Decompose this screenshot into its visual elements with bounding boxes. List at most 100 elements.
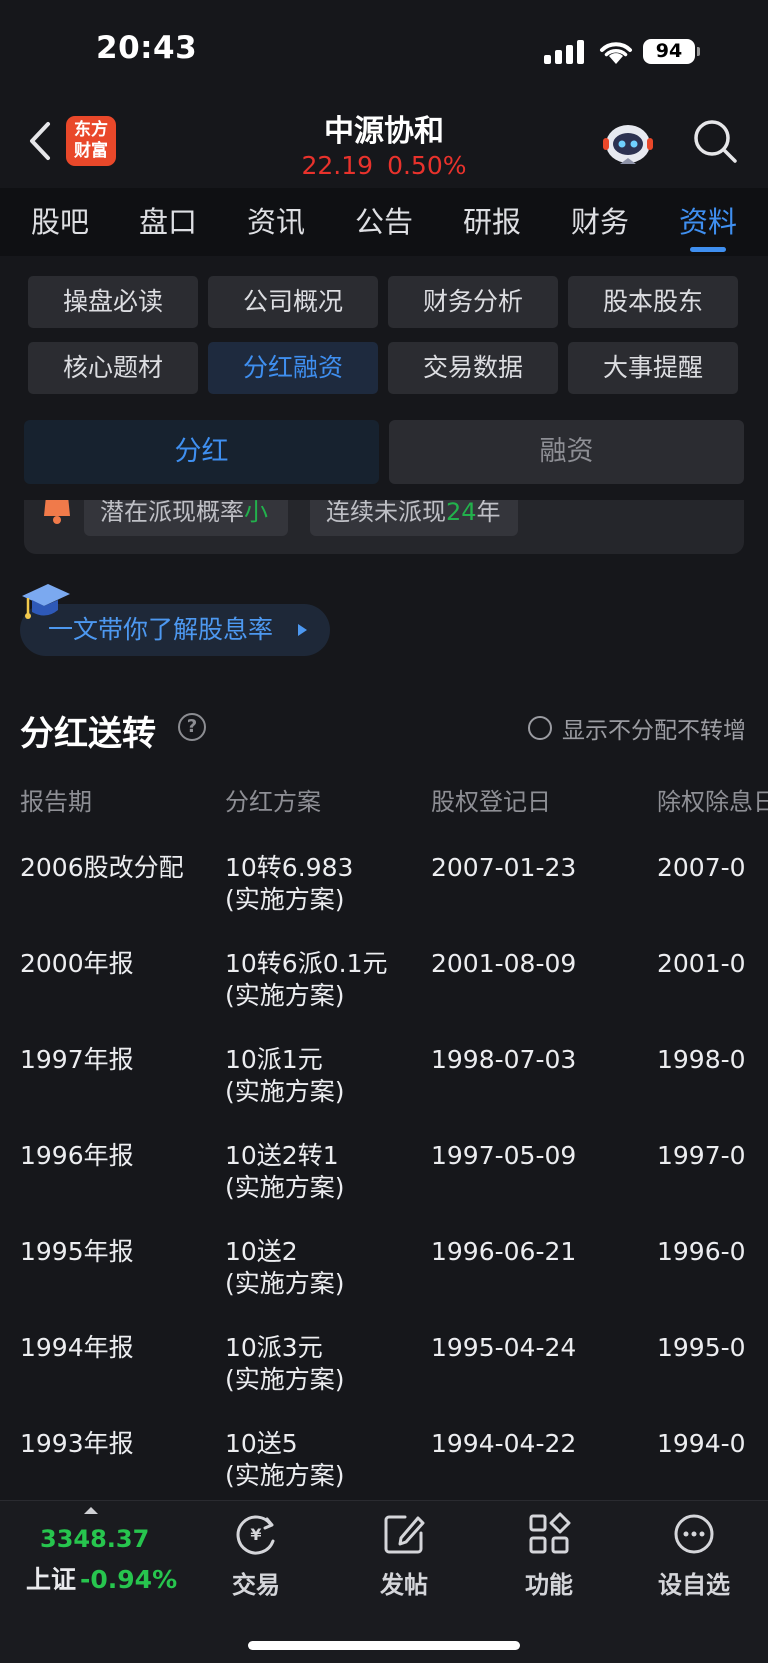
tab-finance[interactable]: 财务 bbox=[552, 188, 648, 256]
row-period: 1993年报 bbox=[20, 1429, 134, 1458]
chip-core-themes[interactable]: 核心题材 bbox=[28, 342, 198, 394]
dividend-financing-toggle: 分红 融资 bbox=[24, 420, 744, 484]
index-value[interactable]: 3348.37 bbox=[40, 1525, 149, 1553]
tab-pankou[interactable]: 盘口 bbox=[120, 188, 216, 256]
index-change: -0.94% bbox=[80, 1565, 178, 1594]
row-plan: 10送5 (实施方案) bbox=[225, 1429, 345, 1490]
index-name: 上证 bbox=[26, 1565, 77, 1594]
row-ex-date: 1996-0 bbox=[657, 1237, 746, 1266]
chip-dividends-financing[interactable]: 分红融资 bbox=[208, 342, 378, 394]
row-plan: 10送2 (实施方案) bbox=[225, 1237, 345, 1298]
row-ex-date: 1995-0 bbox=[657, 1333, 746, 1362]
radio-button-icon bbox=[528, 716, 552, 740]
row-ex-date: 2001-0 bbox=[657, 949, 746, 978]
row-plan: 10转6派0.1元 (实施方案) bbox=[225, 949, 388, 1010]
edit-icon bbox=[384, 1515, 425, 1554]
toggle-label: 显示不分配不转增 bbox=[562, 718, 746, 744]
tab-announcements[interactable]: 公告 bbox=[336, 188, 432, 256]
app-logo[interactable]: 东方 财富 bbox=[66, 116, 116, 166]
stock-quote: 22.19 0.50% bbox=[234, 151, 534, 180]
help-icon[interactable]: ? bbox=[178, 713, 206, 741]
row-period: 1997年报 bbox=[20, 1045, 134, 1074]
table-row: 1997年报 10派1元 (实施方案) 1998-07-03 1998-0 bbox=[0, 1044, 768, 1140]
caret-up-icon[interactable] bbox=[84, 1507, 98, 1514]
row-period: 1996年报 bbox=[20, 1141, 134, 1170]
payout-probability-pill: 潜在派现概率小 bbox=[84, 500, 288, 536]
top-tabs: 股吧 盘口 资讯 公告 研报 财务 资料 bbox=[0, 188, 768, 256]
robot-assistant-icon[interactable] bbox=[600, 114, 656, 170]
row-record-date: 1995-04-24 bbox=[431, 1333, 577, 1362]
row-plan: 10转6.983 (实施方案) bbox=[225, 853, 354, 914]
stock-change: 0.50% bbox=[387, 151, 467, 180]
more-icon bbox=[674, 1514, 714, 1554]
segment-dividend[interactable]: 分红 bbox=[24, 420, 379, 484]
header-ex-date: 除权除息日 bbox=[657, 788, 768, 816]
row-record-date: 1997-05-09 bbox=[431, 1141, 577, 1170]
header-record-date: 股权登记日 bbox=[431, 788, 551, 816]
back-button[interactable] bbox=[24, 118, 58, 164]
cellular-signal-icon bbox=[544, 40, 586, 64]
stock-profile-page: 20:43 94 东方 财富 中源协和 22.19 0.50% 股吧 盘口 资讯… bbox=[0, 0, 768, 1663]
chip-company-overview[interactable]: 公司概况 bbox=[208, 276, 378, 328]
search-icon[interactable] bbox=[690, 116, 740, 166]
tab-profile[interactable]: 资料 bbox=[660, 188, 756, 256]
table-row: 1993年报 10送5 (实施方案) 1994-04-22 1994-0 bbox=[0, 1428, 768, 1500]
segment-financing[interactable]: 融资 bbox=[389, 420, 744, 484]
chip-trading-data[interactable]: 交易数据 bbox=[388, 342, 558, 394]
nav-post[interactable]: 发帖 bbox=[344, 1511, 464, 1600]
table-row: 2000年报 10转6派0.1元 (实施方案) 2001-08-09 2001-0 bbox=[0, 948, 768, 1044]
chip-financial-analysis[interactable]: 财务分析 bbox=[388, 276, 558, 328]
row-record-date: 1998-07-03 bbox=[431, 1045, 577, 1074]
bottom-bar: 3348.37 上证 -0.94% ¥ 交易 发帖 功能 设自选 bbox=[0, 1500, 768, 1663]
row-period: 1995年报 bbox=[20, 1237, 134, 1266]
row-plan: 10送2转1 (实施方案) bbox=[225, 1141, 345, 1202]
clock: 20:43 bbox=[96, 30, 198, 66]
row-ex-date: 2007-0 bbox=[657, 853, 746, 882]
header-report-period: 报告期 bbox=[20, 788, 92, 816]
row-period: 2006股改分配 bbox=[20, 853, 184, 882]
row-record-date: 2007-01-23 bbox=[431, 853, 577, 882]
battery-indicator: 94 bbox=[643, 39, 700, 64]
svg-text:¥: ¥ bbox=[250, 1525, 261, 1544]
guide-link-label: 一文带你了解股息率 bbox=[48, 615, 274, 644]
chip-trading-guide[interactable]: 操盘必读 bbox=[28, 276, 198, 328]
row-record-date: 1996-06-21 bbox=[431, 1237, 577, 1266]
table-header-row: 报告期 分红方案 股权登记日 除权除息日 bbox=[0, 782, 768, 822]
row-plan: 10派1元 (实施方案) bbox=[225, 1045, 345, 1106]
row-ex-date: 1994-0 bbox=[657, 1429, 746, 1458]
table-row: 1995年报 10送2 (实施方案) 1996-06-21 1996-0 bbox=[0, 1236, 768, 1332]
row-record-date: 2001-08-09 bbox=[431, 949, 577, 978]
wifi-icon bbox=[600, 42, 632, 64]
profile-subsection-grid: 操盘必读 公司概况 财务分析 股本股东 核心题材 分红融资 交易数据 大事提醒 bbox=[28, 276, 740, 394]
play-arrow-icon bbox=[298, 624, 307, 636]
graduation-cap-icon bbox=[22, 584, 70, 619]
index-summary[interactable]: 上证 -0.94% bbox=[26, 1560, 177, 1596]
tab-research[interactable]: 研报 bbox=[444, 188, 540, 256]
dividend-stats-card: 潜在派现概率小 连续未派现24年 bbox=[24, 500, 744, 554]
table-row: 1994年报 10派3元 (实施方案) 1995-04-24 1995-0 bbox=[0, 1332, 768, 1428]
stock-name: 中源协和 bbox=[324, 114, 444, 149]
row-record-date: 1994-04-22 bbox=[431, 1429, 577, 1458]
tab-news[interactable]: 资讯 bbox=[228, 188, 324, 256]
row-ex-date: 1997-0 bbox=[657, 1141, 746, 1170]
yen-cycle-icon: ¥ bbox=[236, 1515, 275, 1555]
chip-shareholders[interactable]: 股本股东 bbox=[568, 276, 738, 328]
nav-trade[interactable]: ¥ 交易 bbox=[196, 1511, 316, 1600]
row-period: 2000年报 bbox=[20, 949, 134, 978]
header-plan: 分红方案 bbox=[225, 788, 321, 816]
row-period: 1994年报 bbox=[20, 1333, 134, 1362]
chip-major-events[interactable]: 大事提醒 bbox=[568, 342, 738, 394]
nav-functions[interactable]: 功能 bbox=[489, 1511, 609, 1600]
grid-icon bbox=[529, 1512, 571, 1554]
show-no-distribution-toggle[interactable]: 显示不分配不转增 bbox=[528, 713, 746, 744]
status-bar: 20:43 94 bbox=[0, 0, 768, 100]
row-ex-date: 1998-0 bbox=[657, 1045, 746, 1074]
stock-price: 22.19 bbox=[301, 151, 374, 180]
dividend-table: 报告期 分红方案 股权登记日 除权除息日 2006股改分配 10转6.983 (实… bbox=[0, 770, 768, 1500]
row-plan: 10派3元 (实施方案) bbox=[225, 1333, 345, 1394]
table-row: 1996年报 10送2转1 (实施方案) 1997-05-09 1997-0 bbox=[0, 1140, 768, 1236]
nav-add-watchlist[interactable]: 设自选 bbox=[634, 1511, 754, 1600]
tab-guba[interactable]: 股吧 bbox=[12, 188, 108, 256]
nav-header: 东方 财富 中源协和 22.19 0.50% bbox=[0, 100, 768, 188]
home-indicator[interactable] bbox=[248, 1641, 520, 1650]
